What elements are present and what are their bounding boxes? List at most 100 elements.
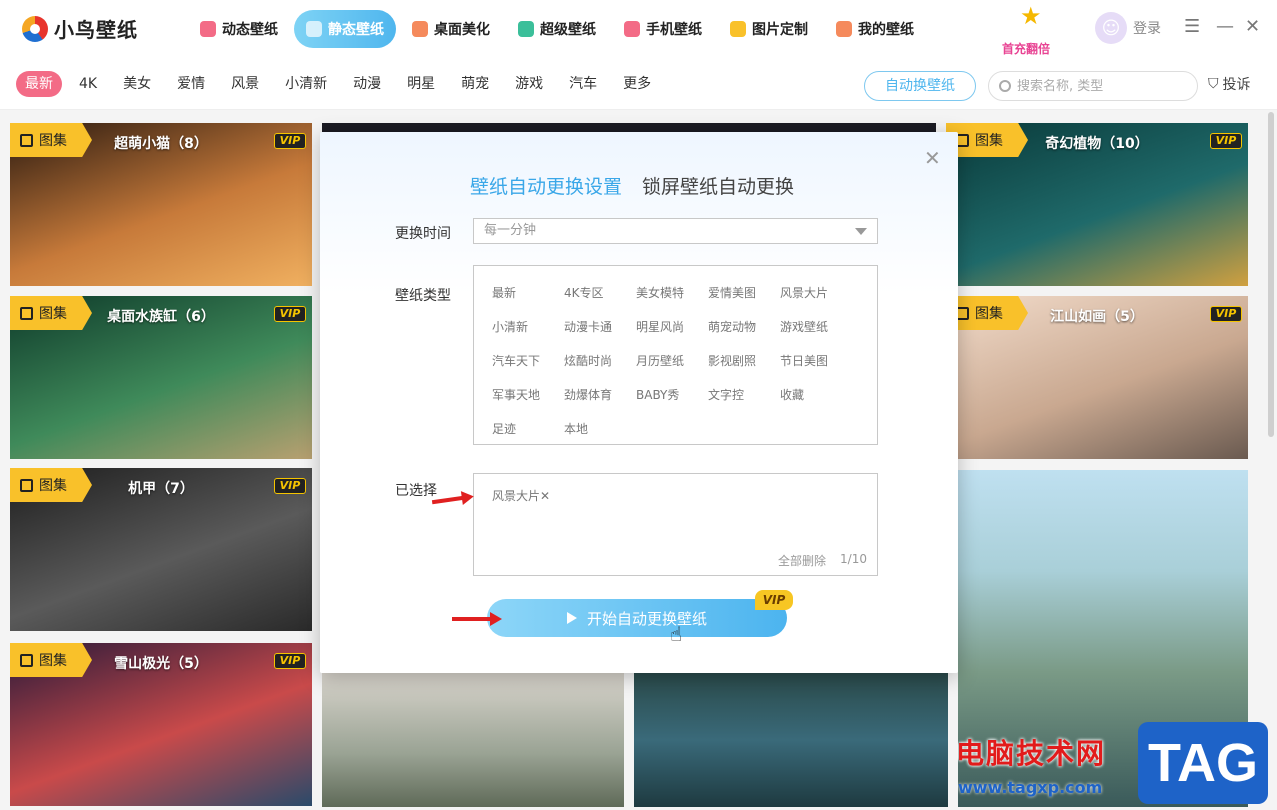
nav-item-label: 桌面美化 bbox=[434, 22, 490, 38]
star-icon: ★ bbox=[1020, 2, 1042, 30]
app-logo[interactable]: 小鸟壁纸 bbox=[22, 14, 138, 43]
type-option[interactable]: BABY秀 bbox=[636, 386, 679, 403]
menu-icon[interactable]: ☰ bbox=[1184, 16, 1200, 37]
report-button[interactable]: ⛉ 投诉 bbox=[1208, 74, 1251, 94]
minimize-icon[interactable]: — bbox=[1216, 16, 1234, 37]
nav-item-label: 我的壁纸 bbox=[858, 22, 914, 38]
scrollbar[interactable] bbox=[1268, 112, 1274, 437]
search-input[interactable] bbox=[1017, 78, 1177, 94]
auto-change-dialog: ✕ 壁纸自动更换设置 锁屏壁纸自动更换 更换时间 每一分钟 壁纸类型 最新 4K专… bbox=[320, 132, 958, 673]
nav-item-3[interactable]: 超级壁纸 bbox=[506, 10, 608, 48]
vip-badge: VIP bbox=[274, 478, 306, 494]
watermark-cn: 电脑技术网 bbox=[956, 737, 1107, 770]
type-option[interactable]: 萌宠动物 bbox=[708, 318, 756, 335]
type-option[interactable]: 爱情美图 bbox=[708, 284, 756, 301]
type-label: 壁纸类型 bbox=[395, 288, 451, 304]
type-option[interactable]: 本地 bbox=[564, 420, 588, 437]
album-card[interactable]: 图集 江山如画（5） VIP bbox=[946, 296, 1248, 459]
start-button-label: 开始自动更换壁纸 bbox=[586, 609, 707, 628]
category-tab[interactable]: 风景 bbox=[222, 71, 268, 97]
album-card[interactable]: 图集 雪山极光（5） VIP bbox=[10, 643, 312, 806]
type-option[interactable]: 炫酷时尚 bbox=[564, 352, 612, 369]
type-option[interactable]: 动漫卡通 bbox=[564, 318, 612, 335]
type-option[interactable]: 美女模特 bbox=[636, 284, 684, 301]
album-card[interactable]: 图集 奇幻植物（10） VIP bbox=[946, 123, 1248, 286]
tab-auto-change-settings[interactable]: 壁纸自动更换设置 bbox=[470, 172, 622, 199]
vip-badge: VIP bbox=[755, 590, 793, 610]
type-option[interactable]: 影视剧照 bbox=[708, 352, 756, 369]
type-option[interactable]: 4K专区 bbox=[564, 284, 604, 301]
album-title: 江山如画（5） bbox=[1050, 309, 1144, 325]
category-tab[interactable]: 明星 bbox=[398, 71, 444, 97]
vip-badge: VIP bbox=[1210, 133, 1242, 149]
user-login[interactable]: ☺ 登录 bbox=[1095, 12, 1161, 44]
category-tab[interactable]: 爱情 bbox=[168, 71, 214, 97]
start-auto-change-button[interactable]: 开始自动更换壁纸 bbox=[487, 599, 787, 637]
vip-badge: VIP bbox=[274, 306, 306, 322]
nav-item-4[interactable]: 手机壁纸 bbox=[612, 10, 714, 48]
close-icon[interactable]: ✕ bbox=[924, 146, 941, 170]
nav-item-label: 手机壁纸 bbox=[646, 22, 702, 38]
type-option[interactable]: 最新 bbox=[492, 284, 516, 301]
album-card[interactable]: 图集 超萌小猫（8） VIP bbox=[10, 123, 312, 286]
type-option[interactable]: 劲爆体育 bbox=[564, 386, 612, 403]
play-icon bbox=[566, 612, 577, 624]
watermark: 电脑技术网 www.tagxp.com TAG bbox=[948, 722, 1277, 810]
type-option[interactable]: 明星风尚 bbox=[636, 318, 684, 335]
nav-item-6[interactable]: 我的壁纸 bbox=[824, 10, 926, 48]
type-option[interactable]: 足迹 bbox=[492, 420, 516, 437]
category-tab[interactable]: 动漫 bbox=[344, 71, 390, 97]
main-nav: 动态壁纸 静态壁纸 桌面美化 超级壁纸 手机壁纸 图片定制 我的壁纸 bbox=[188, 10, 926, 48]
album-card[interactable]: 图集 桌面水族缸（6） VIP bbox=[10, 296, 312, 459]
category-tab[interactable]: 小清新 bbox=[276, 71, 336, 97]
diy-icon bbox=[730, 21, 746, 37]
album-title: 雪山极光（5） bbox=[114, 656, 208, 672]
brush-icon bbox=[412, 21, 428, 37]
category-tab[interactable]: 汽车 bbox=[560, 71, 606, 97]
category-tab[interactable]: 4K bbox=[70, 71, 106, 97]
category-tab[interactable]: 美女 bbox=[114, 71, 160, 97]
auto-change-button[interactable]: 自动换壁纸 bbox=[864, 71, 976, 101]
report-label: 投诉 bbox=[1222, 77, 1251, 93]
type-option[interactable]: 风景大片 bbox=[780, 284, 828, 301]
category-list: 最新 4K 美女 爱情 风景 小清新 动漫 明星 萌宠 游戏 汽车 更多 bbox=[16, 71, 668, 97]
type-option[interactable]: 小清新 bbox=[492, 318, 528, 335]
app-title: 小鸟壁纸 bbox=[54, 18, 138, 42]
type-option[interactable]: 文字控 bbox=[708, 386, 744, 403]
tab-lockscreen-auto-change[interactable]: 锁屏壁纸自动更换 bbox=[642, 172, 794, 199]
type-option[interactable]: 月历壁纸 bbox=[636, 352, 684, 369]
album-card[interactable]: 图集 机甲（7） VIP bbox=[10, 468, 312, 631]
category-tab[interactable]: 游戏 bbox=[506, 71, 552, 97]
nav-item-2[interactable]: 桌面美化 bbox=[400, 10, 502, 48]
type-option[interactable]: 游戏壁纸 bbox=[780, 318, 828, 335]
nav-item-5[interactable]: 图片定制 bbox=[718, 10, 820, 48]
wallpaper-image[interactable] bbox=[634, 673, 948, 807]
search-box[interactable] bbox=[988, 71, 1198, 101]
album-title: 超萌小猫（8） bbox=[114, 136, 208, 152]
clear-all-button[interactable]: 全部删除 bbox=[778, 552, 826, 569]
selected-label: 已选择 bbox=[395, 483, 437, 499]
category-tab[interactable]: 萌宠 bbox=[452, 71, 498, 97]
nav-item-1[interactable]: 静态壁纸 bbox=[294, 10, 396, 48]
vip-badge: VIP bbox=[1210, 306, 1242, 322]
type-option[interactable]: 收藏 bbox=[780, 386, 804, 403]
type-option[interactable]: 汽车天下 bbox=[492, 352, 540, 369]
nav-item-label: 超级壁纸 bbox=[540, 22, 596, 38]
top-bar: 小鸟壁纸 动态壁纸 静态壁纸 桌面美化 超级壁纸 手机壁纸 图片定制 我的壁纸 ★ 首充翻倍… bbox=[0, 0, 1277, 58]
close-window-icon[interactable]: ✕ bbox=[1245, 16, 1260, 37]
promo-banner[interactable]: ★ 首充翻倍 bbox=[1000, 2, 1064, 58]
wallpaper-image[interactable] bbox=[322, 673, 624, 807]
interval-select[interactable]: 每一分钟 bbox=[473, 218, 878, 244]
avatar-icon: ☺ bbox=[1095, 12, 1127, 44]
login-label: 登录 bbox=[1133, 21, 1161, 37]
category-tab[interactable]: 最新 bbox=[16, 71, 62, 97]
type-option[interactable]: 军事天地 bbox=[492, 386, 540, 403]
selected-chip[interactable]: 风景大片✕ bbox=[492, 487, 550, 504]
type-option[interactable]: 节日美图 bbox=[780, 352, 828, 369]
watermark-tag: TAG bbox=[1138, 722, 1268, 804]
nav-item-0[interactable]: 动态壁纸 bbox=[188, 10, 290, 48]
red-arrow-icon bbox=[452, 612, 502, 626]
album-title: 桌面水族缸（6） bbox=[107, 309, 215, 325]
album-title: 奇幻植物（10） bbox=[1045, 136, 1149, 152]
category-tab[interactable]: 更多 bbox=[614, 71, 660, 97]
